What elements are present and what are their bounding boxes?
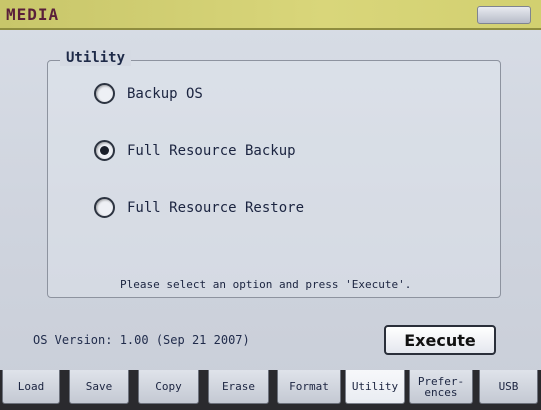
option-backup-os[interactable]: Backup OS	[94, 83, 203, 104]
media-screen: MEDIA Utility Backup OS Full Resource Ba…	[0, 0, 541, 410]
tab-load[interactable]: Load	[2, 370, 60, 404]
radio-full-resource-backup[interactable]	[94, 140, 115, 161]
radio-full-resource-restore[interactable]	[94, 197, 115, 218]
tab-utility[interactable]: Utility	[345, 370, 405, 404]
tab-save[interactable]: Save	[69, 370, 129, 404]
option-label: Full Resource Restore	[127, 199, 305, 216]
tab-copy[interactable]: Copy	[138, 370, 199, 404]
utility-group-label: Utility	[60, 50, 132, 66]
title-bar-button[interactable]	[477, 6, 531, 24]
tab-bar: Load Save Copy Erase Format Utility Pref…	[0, 370, 541, 410]
option-label: Backup OS	[127, 85, 203, 102]
option-full-resource-restore[interactable]: Full Resource Restore	[94, 197, 304, 218]
instruction-text: Please select an option and press 'Execu…	[120, 278, 412, 291]
radio-backup-os[interactable]	[94, 83, 115, 104]
tab-format[interactable]: Format	[277, 370, 341, 404]
utility-group: Utility Backup OS Full Resource Backup F…	[47, 50, 501, 298]
tab-erase[interactable]: Erase	[208, 370, 269, 404]
option-full-resource-backup[interactable]: Full Resource Backup	[94, 140, 296, 161]
option-label: Full Resource Backup	[127, 142, 296, 159]
title-bar: MEDIA	[0, 0, 541, 30]
window-title: MEDIA	[6, 5, 60, 24]
tab-preferences[interactable]: Prefer- ences	[409, 370, 473, 404]
execute-button[interactable]: Execute	[384, 325, 496, 355]
tab-usb[interactable]: USB	[479, 370, 538, 404]
os-version-text: OS Version: 1.00 (Sep 21 2007)	[33, 333, 250, 347]
